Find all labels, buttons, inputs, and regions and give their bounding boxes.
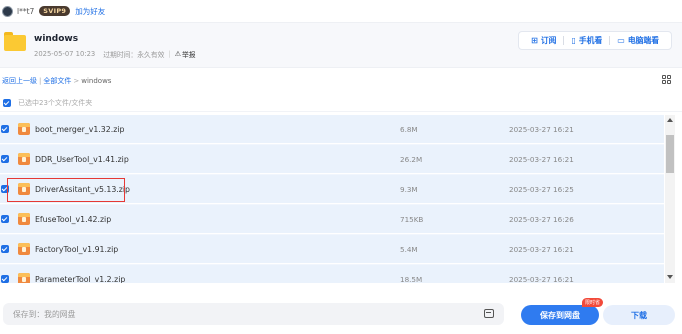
zip-file-icon (18, 183, 30, 195)
zip-file-icon (18, 123, 30, 135)
select-all-row: 已选中23个文件/文件夹 (0, 95, 682, 112)
subscribe-icon: ⊞ (531, 36, 538, 45)
row-checkbox[interactable] (1, 155, 9, 163)
zip-file-icon (18, 243, 30, 255)
file-name[interactable]: FactoryTool_v1.91.zip (35, 245, 118, 254)
breadcrumb: 返回上一级 | 全部文件 > windows (2, 77, 112, 85)
grid-view-icon[interactable] (662, 75, 671, 84)
svip-badge: SVIP9 (39, 6, 71, 16)
file-list-scrollbar[interactable] (665, 115, 675, 283)
user-bar: l**t7 SVIP9 加为好友 (0, 0, 682, 22)
download-button[interactable]: 下载 (603, 305, 675, 325)
monitor-icon: ▭ (617, 36, 625, 45)
save-to-drive-button[interactable]: 保存到网盘 (521, 305, 599, 325)
row-checkbox[interactable] (1, 245, 9, 253)
file-date: 2025-03-27 16:21 (509, 274, 574, 284)
scroll-thumb[interactable] (666, 135, 674, 173)
file-size: 6.8M (400, 124, 418, 134)
zip-file-icon (18, 153, 30, 165)
file-date: 2025-03-27 16:21 (509, 244, 574, 254)
file-name[interactable]: boot_merger_v1.32.zip (35, 125, 124, 134)
phone-icon: ▯ (571, 36, 576, 45)
file-date: 2025-03-27 16:21 (509, 124, 574, 134)
folder-date: 2025-05-07 10:23 (34, 50, 96, 58)
file-size: 9.3M (400, 184, 418, 194)
breadcrumb-all-files[interactable]: 全部文件 (43, 77, 71, 85)
folder-title: windows (34, 34, 79, 44)
file-date: 2025-03-27 16:21 (509, 154, 574, 164)
file-size: 5.4M (400, 244, 418, 254)
select-all-checkbox[interactable] (3, 99, 11, 107)
promo-badge: 限时省 (582, 298, 604, 307)
scroll-up-arrow-icon[interactable] (667, 118, 673, 122)
zip-file-icon (18, 273, 30, 283)
add-friend-link[interactable]: 加为好友 (75, 6, 105, 17)
mobile-view-button[interactable]: ▯ 手机看 (564, 35, 609, 46)
file-row[interactable]: DDR_UserTool_v1.41.zip 26.2M 2025-03-27 … (0, 145, 664, 174)
file-date: 2025-03-27 16:26 (509, 214, 574, 224)
file-row[interactable]: EfuseTool_v1.42.zip 715KB 2025-03-27 16:… (0, 205, 664, 234)
username[interactable]: l**t7 (17, 7, 34, 16)
subscribe-button[interactable]: ⊞ 订阅 (524, 35, 563, 46)
header-actions: ⊞ 订阅 ▯ 手机看 ▭ 电脑端看 (518, 31, 672, 50)
file-size: 26.2M (400, 154, 423, 164)
breadcrumb-back[interactable]: 返回上一级 (2, 77, 37, 85)
save-location-field[interactable]: 保存到：我的网盘 (3, 303, 504, 325)
row-checkbox[interactable] (1, 185, 9, 193)
report-link[interactable]: ⚠ 举报 (175, 49, 196, 59)
file-row[interactable]: boot_merger_v1.32.zip 6.8M 2025-03-27 16… (0, 115, 664, 144)
file-list: boot_merger_v1.32.zip 6.8M 2025-03-27 16… (0, 115, 664, 283)
scroll-down-arrow-icon[interactable] (667, 275, 673, 279)
file-row[interactable]: FactoryTool_v1.91.zip 5.4M 2025-03-27 16… (0, 235, 664, 264)
folder-header: windows 2025-05-07 10:23 过期时间：永久有效 | ⚠ 举… (0, 22, 682, 68)
folder-meta: 2025-05-07 10:23 过期时间：永久有效 | ⚠ 举报 (34, 49, 196, 59)
choose-folder-icon[interactable] (484, 309, 494, 318)
report-label: 举报 (182, 51, 196, 59)
breadcrumb-current: windows (81, 77, 112, 85)
save-location-label: 保存到：我的网盘 (13, 309, 76, 319)
desktop-view-button[interactable]: ▭ 电脑端看 (610, 35, 666, 46)
row-checkbox[interactable] (1, 275, 9, 283)
file-name[interactable]: ParameterTool_v1.2.zip (35, 275, 125, 284)
file-size: 18.5M (400, 274, 423, 284)
selection-count: 已选中23个文件/文件夹 (18, 99, 93, 107)
file-date: 2025-03-27 16:25 (509, 184, 574, 194)
report-icon: ⚠ (174, 50, 181, 58)
file-name[interactable]: DDR_UserTool_v1.41.zip (35, 155, 129, 164)
file-row[interactable]: ParameterTool_v1.2.zip 18.5M 2025-03-27 … (0, 265, 664, 283)
file-size: 715KB (400, 214, 424, 224)
file-name[interactable]: EfuseTool_v1.42.zip (35, 215, 111, 224)
folder-expiry: 过期时间：永久有效 (103, 51, 165, 59)
zip-file-icon (18, 213, 30, 225)
row-checkbox[interactable] (1, 125, 9, 133)
file-name[interactable]: DriverAssitant_v5.13.zip (35, 185, 130, 194)
row-checkbox[interactable] (1, 215, 9, 223)
folder-icon (4, 32, 26, 51)
avatar[interactable] (2, 5, 13, 17)
file-row[interactable]: DriverAssitant_v5.13.zip 9.3M 2025-03-27… (0, 175, 664, 204)
